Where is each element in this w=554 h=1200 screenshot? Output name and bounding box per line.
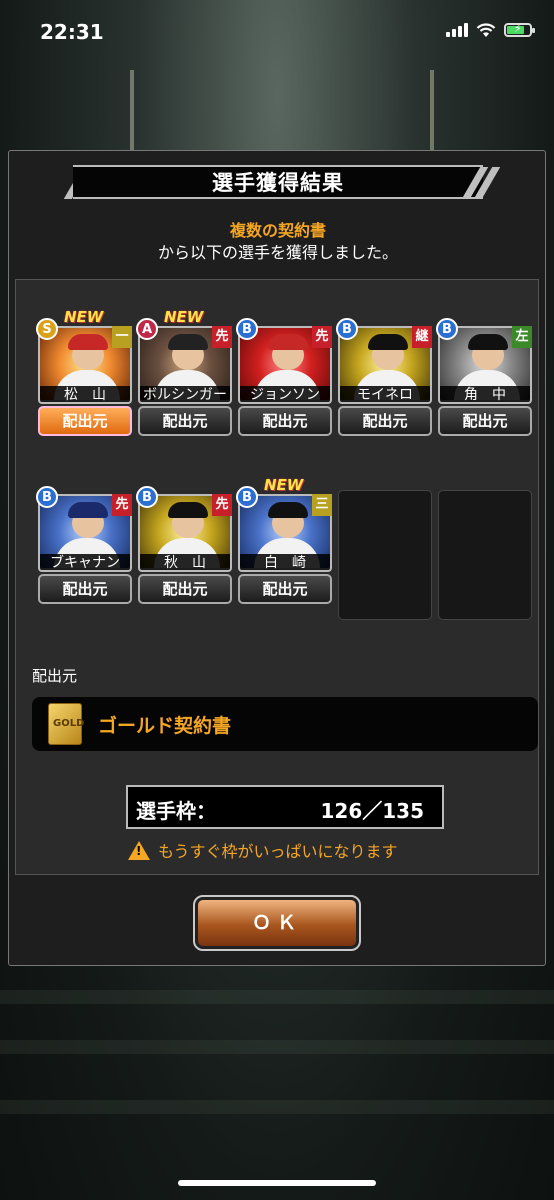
rank-badge: S (36, 318, 58, 340)
rank-badge: B (136, 486, 158, 508)
player-name: ボルシンガー (138, 386, 232, 404)
warning-icon (128, 840, 150, 860)
player-name: モイネロ (338, 386, 432, 404)
cap-shape (168, 502, 208, 518)
player-card[interactable]: B 左角 中配出元 (436, 310, 532, 436)
cap-shape (468, 334, 508, 350)
rank-badge: B (236, 486, 258, 508)
source-button[interactable]: 配出元 (238, 406, 332, 436)
roster-slot-box: 選手枠： 126／135 (126, 785, 444, 829)
stadium-stripe (0, 1100, 554, 1114)
warning-text: もうすぐ枠がいっぱいになります (158, 842, 398, 861)
player-grid-area: S 一 NEW 松 山配出元 A 先 NEW ボルシンガー 配出元 B 先ジョンソン 配出元 B 継モイネ… (15, 279, 539, 875)
subtitle-text: から以下の選手を獲得しました。 (157, 243, 398, 262)
source-button[interactable]: 配出元 (138, 574, 232, 604)
status-bar: 22:31 ⚡ (0, 0, 554, 70)
source-button[interactable]: 配出元 (238, 574, 332, 604)
stadium-stripe (0, 1040, 554, 1054)
source-name: ゴールド契約書 (98, 715, 232, 737)
ok-button[interactable]: ＯＫ (193, 895, 361, 951)
player-card[interactable]: B 先秋 山配出元 (136, 478, 232, 604)
rank-badge: B (436, 318, 458, 340)
battery-icon: ⚡ (504, 22, 535, 37)
home-indicator (178, 1180, 376, 1186)
rank-badge: B (36, 486, 58, 508)
player-name: ブキャナン (38, 554, 132, 572)
player-card[interactable]: A 先 NEW ボルシンガー配出元 (136, 308, 232, 436)
position-badge: 左 (512, 326, 532, 348)
source-button[interactable]: 配出元 (38, 406, 132, 436)
player-card[interactable]: B 三 NEW 白 崎配出元 (236, 476, 332, 604)
new-label: NEW (64, 308, 104, 326)
status-time: 22:31 (40, 20, 104, 44)
cap-shape (268, 334, 308, 350)
stadium-light (130, 70, 134, 160)
player-card[interactable]: B 先ブキャナン配出元 (36, 478, 132, 604)
cap-shape (68, 334, 108, 350)
position-badge: 先 (212, 326, 232, 348)
player-card[interactable]: B 継モイネロ配出元 (336, 310, 432, 436)
gold-contract-icon-text: GOLD (53, 718, 85, 729)
position-badge: 先 (312, 326, 332, 348)
player-name: 角 中 (438, 386, 532, 404)
stadium-light (430, 70, 434, 160)
player-name: 秋 山 (138, 554, 232, 572)
position-badge: 三 (312, 494, 332, 516)
cap-shape (268, 502, 308, 518)
title-bar: 選手獲得結果 (73, 165, 483, 199)
cap-shape (368, 334, 408, 350)
signal-icon (446, 23, 468, 37)
player-card[interactable]: B 先ジョンソン配出元 (236, 310, 332, 436)
position-badge: 先 (112, 494, 132, 516)
player-name: 松 山 (38, 386, 132, 404)
source-button[interactable]: 配出元 (338, 406, 432, 436)
position-badge: 先 (212, 494, 232, 516)
player-card[interactable]: S 一 NEW 松 山配出元 (36, 308, 132, 436)
new-label: NEW (164, 308, 204, 326)
source-button[interactable]: 配出元 (438, 406, 532, 436)
status-icons: ⚡ (446, 22, 535, 38)
stadium-stripe (0, 990, 554, 1004)
gold-contract-icon: GOLD (48, 703, 85, 745)
source-button[interactable]: 配出元 (138, 406, 232, 436)
rank-badge: B (336, 318, 358, 340)
warning-row: もうすぐ枠がいっぱいになります (128, 838, 398, 862)
empty-slot (338, 490, 432, 620)
dialog-title: 選手獲得結果 (212, 171, 344, 195)
subtitle-highlight: 複数の契約書 (229, 221, 326, 240)
position-badge: 一 (112, 326, 132, 348)
player-name: ジョンソン (238, 386, 332, 404)
empty-slot (438, 490, 532, 620)
roster-slot-value: 126／135 (320, 799, 425, 823)
source-row: GOLD ゴールド契約書 (32, 697, 538, 751)
roster-slot-label: 選手枠： (136, 799, 216, 823)
cap-shape (168, 334, 208, 350)
result-dialog: 選手獲得結果 複数の契約書 から以下の選手を獲得しました。 S 一 NEW 松 山配出… (8, 150, 546, 966)
source-section-label: 配出元 (32, 667, 78, 685)
cap-shape (68, 502, 108, 518)
new-label: NEW (264, 476, 304, 494)
rank-badge: A (136, 318, 158, 340)
source-button[interactable]: 配出元 (38, 574, 132, 604)
position-badge: 継 (412, 326, 432, 348)
wifi-icon (476, 23, 496, 37)
player-name: 白 崎 (238, 554, 332, 572)
rank-badge: B (236, 318, 258, 340)
